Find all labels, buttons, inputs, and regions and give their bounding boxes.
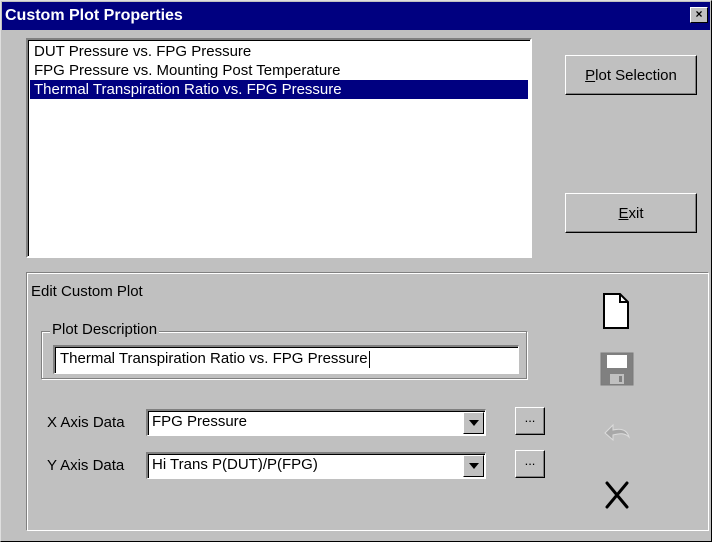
ellipsis-label: ... (524, 410, 536, 425)
plot-description-label: Plot Description (50, 321, 160, 338)
text-caret (368, 350, 370, 368)
ellipsis-label: ... (524, 453, 536, 468)
custom-plot-properties-window: Custom Plot Properties × DUT Pressure vs… (0, 0, 712, 542)
exit-label: xit (628, 204, 644, 222)
y-axis-dropdown-button[interactable] (463, 455, 484, 477)
exit-mnemonic: E (618, 204, 629, 222)
delete-plot-button[interactable] (597, 475, 637, 515)
close-button[interactable]: × (690, 7, 708, 23)
x-axis-dropdown-button[interactable] (463, 412, 484, 434)
y-axis-select[interactable]: Hi Trans P(DUT)/P(FPG) (146, 452, 486, 479)
title-bar: Custom Plot Properties × (2, 2, 710, 30)
x-axis-label: X Axis Data (47, 414, 125, 431)
delete-icon (605, 481, 629, 509)
x-axis-browse-button[interactable]: ... (515, 407, 545, 435)
plot-selection-button[interactable]: Plot Selection (565, 55, 697, 95)
plot-listbox[interactable]: DUT Pressure vs. FPG Pressure FPG Pressu… (26, 38, 532, 258)
undo-button[interactable] (597, 411, 637, 451)
new-document-icon (603, 293, 629, 329)
plot-description-input[interactable]: Thermal Transpiration Ratio vs. FPG Pres… (53, 345, 519, 374)
window-title: Custom Plot Properties (5, 7, 183, 24)
save-disk-icon (600, 352, 634, 386)
chevron-down-icon (468, 420, 479, 426)
x-axis-value: FPG Pressure (152, 413, 248, 430)
new-plot-button[interactable] (597, 291, 637, 331)
save-plot-button[interactable] (597, 349, 637, 389)
exit-button[interactable]: Exit (565, 193, 697, 233)
list-item[interactable]: DUT Pressure vs. FPG Pressure (30, 42, 528, 61)
x-axis-select[interactable]: FPG Pressure (146, 409, 486, 436)
list-item-selected[interactable]: Thermal Transpiration Ratio vs. FPG Pres… (30, 80, 528, 99)
chevron-down-icon (468, 463, 479, 469)
y-axis-browse-button[interactable]: ... (515, 450, 545, 478)
y-axis-label: Y Axis Data (47, 457, 125, 474)
close-icon: × (695, 7, 703, 21)
list-item[interactable]: FPG Pressure vs. Mounting Post Temperatu… (30, 61, 528, 80)
y-axis-value: Hi Trans P(DUT)/P(FPG) (152, 456, 318, 473)
undo-icon (604, 423, 631, 442)
edit-custom-plot-label: Edit Custom Plot (31, 283, 143, 300)
plot-selection-mnemonic: P (585, 66, 596, 84)
plot-description-value: Thermal Transpiration Ratio vs. FPG Pres… (60, 350, 368, 367)
plot-selection-label: lot Selection (595, 66, 677, 84)
